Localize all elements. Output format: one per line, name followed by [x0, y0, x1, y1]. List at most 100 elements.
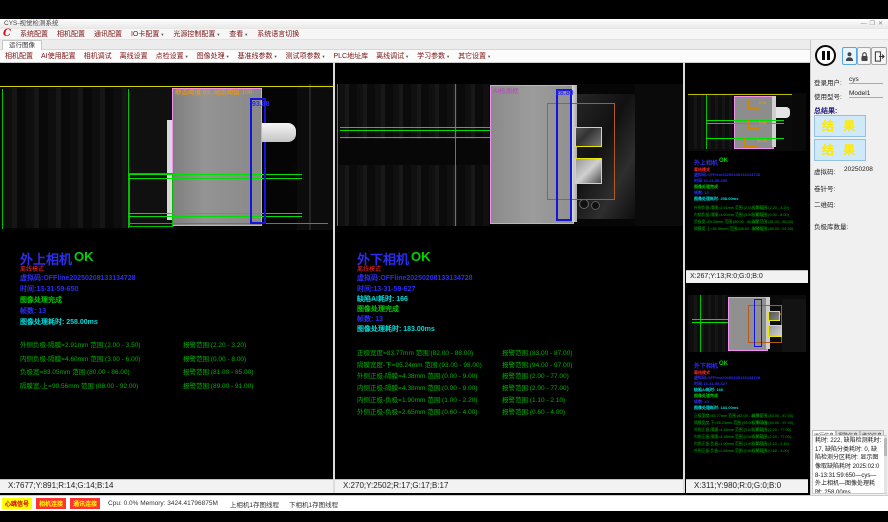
alarm-range: 报警范围:(0.60 - 4.00) [502, 406, 565, 416]
camera-connect-badge: 相机连接 [36, 498, 66, 509]
green-guide-vline [2, 89, 3, 229]
dark-right [635, 84, 683, 226]
tool-image-process[interactable]: 图像处理▼ [197, 51, 230, 61]
green-measure-line [128, 216, 302, 217]
exit-button[interactable] [871, 47, 887, 65]
tool-ai-config[interactable]: AI使用配置 [41, 51, 76, 61]
alarm-range: 报警范围:(81.00 - 85.00) [752, 220, 793, 225]
tool-camera-debug[interactable]: 相机调试 [84, 51, 112, 61]
result-ok-badge: OK [411, 249, 431, 264]
qr-code-label: 二维码: [814, 199, 835, 209]
lock-button[interactable] [857, 47, 871, 65]
ai-time-line: 缺陷AI耗时: 166 [357, 294, 408, 304]
alarm-range: 报警范围:(2.20 - 3.20) [752, 206, 789, 211]
alarm-range: 报警范围:(94.00 - 97.00) [502, 359, 572, 369]
ai-box-label: AI检测框 [493, 85, 519, 95]
annotation-value: 90.56 [757, 138, 767, 143]
menu-light-config[interactable]: 光源控制配置▼ [173, 29, 220, 39]
frames-line: 帧数: 13 [20, 306, 46, 316]
virtual-code-label: 虚拟码: [814, 166, 835, 176]
pixel-readout-bar: X:311;Y:980;R:0;G:0;B:0 [686, 479, 808, 493]
pause-icon [827, 51, 830, 60]
alarm-range: 报警范围:(0.60 - 4.00) [752, 449, 789, 454]
login-user-value: cys [849, 76, 883, 84]
camera-view-outer-lower[interactable]: AI检测框 28.80 [335, 84, 683, 226]
camera-panel-outer-lower: AI检测框 28.80 外下相机 OK 离线模式 虚拟码:OFFline2025… [335, 63, 683, 493]
green-guide-vline [700, 295, 701, 352]
toolbar: 相机配置 AI使用配置 相机调试 离线设置 点检设置▼ 图像处理▼ 基准线参数▼… [0, 50, 810, 63]
thumb-panel-lower: 1.90 2.65 外下相机 OK 离线模式 虚拟码:OFFline202502… [686, 285, 808, 493]
chevron-down-icon: ▼ [322, 54, 326, 59]
green-measure-line [128, 174, 302, 175]
menu-system-config[interactable]: 系统配置 [20, 29, 48, 39]
measure-row: 外侧正极-隔膜=4.38mm 范围:(0.00 - 9.00) [357, 370, 477, 380]
menu-comm-config[interactable]: 通讯配置 [94, 29, 122, 39]
barcode-line: 虚拟码:OFFline20250208133134728 [20, 273, 136, 283]
run-log-area[interactable]: 耗时: 222, 缺陷检测耗时: 17, 缺陷分类耗时: 0, 缺陷检测分区耗时… [812, 435, 887, 494]
model-label: 使用型号: [814, 91, 842, 101]
camera-panel-outer-upper: 静态阈值:93, 动态阈值:100 93.88 外上相机 OK 离线模式 虚拟码… [0, 63, 333, 493]
annotation-value: 4.60 [759, 120, 767, 125]
result-indicator-2: 结 果 [814, 139, 866, 161]
lock-icon [860, 51, 869, 62]
scrollbar-thumb[interactable] [884, 438, 887, 456]
green-guide-vline [706, 95, 707, 149]
blue-roi-box [556, 89, 572, 221]
alarm-range: 报警范围:(2.00 - 77.00) [502, 370, 569, 380]
maximize-icon[interactable]: ❐ [870, 21, 878, 27]
tool-camera-config[interactable]: 相机配置 [5, 51, 33, 61]
green-guide-vline [337, 84, 338, 226]
machine-texture [690, 95, 734, 149]
tab-strip [0, 40, 888, 50]
log-scrollbar[interactable] [884, 436, 887, 493]
measure-row: 内侧正极-负极=1.90mm 范围:(1.00 - 2.20) [357, 394, 477, 404]
tool-plc-address[interactable]: PLC地址库 [334, 51, 369, 61]
bright-edge [772, 96, 776, 147]
menu-language-switch[interactable]: 系统语言切换 [257, 29, 299, 39]
stock-count-label: 负极库数量: [814, 221, 848, 231]
tool-test-params[interactable]: 测试项参数▼ [286, 51, 326, 61]
upper-camera-thread-text: 上相机1存图线程 [230, 499, 279, 509]
user-login-button[interactable] [842, 47, 857, 65]
menu-view[interactable]: 查看▼ [229, 29, 248, 39]
defect-box [575, 127, 602, 147]
tool-spot-check[interactable]: 点检设置▼ [156, 51, 189, 61]
close-icon[interactable]: ✕ [878, 21, 886, 27]
thumb-view-upper[interactable]: 2.91 4.60 90.56 [688, 93, 806, 151]
measure-row: 外侧负极-隔膜=2.91mm 范围:(2.00 - 3.50) [20, 339, 140, 349]
alarm-range: 报警范围:(2.20 - 3.20) [183, 339, 246, 349]
pixel-readout-bar: X:270;Y:2502;R:17;G:17;B:17 [335, 479, 683, 493]
green-measure-line [128, 213, 302, 214]
green-guide-vline [455, 84, 456, 226]
metal-tab [776, 107, 790, 118]
tool-learn-params[interactable]: 学习参数▼ [417, 51, 450, 61]
pause-button[interactable] [815, 45, 836, 66]
elapsed-line: 图像处理耗时: 183.00ms [694, 405, 738, 411]
tool-baseline-params[interactable]: 基准线参数▼ [238, 51, 278, 61]
time-line: 时间:13-31-59-627 [357, 284, 415, 294]
virtual-code-value: 20250208 [844, 166, 873, 173]
chevron-down-icon: ▼ [487, 54, 491, 59]
menu-io-config[interactable]: IO卡配置▼ [131, 29, 164, 39]
minimize-icon[interactable]: — [861, 21, 870, 27]
blue-value-annotation: 93.88 [252, 101, 270, 108]
chevron-down-icon: ▼ [160, 32, 164, 37]
blue-roi-box [754, 299, 762, 347]
alarm-range: 报警范围:(2.00 - 77.00) [502, 382, 569, 392]
tool-offline-setting[interactable]: 离线设置 [120, 51, 148, 61]
login-user-label: 登录用户: [814, 77, 842, 87]
pixel-readout-bar: X:7677;Y:891;R:14;G:14;B:14 [0, 479, 333, 493]
thumb-view-lower[interactable]: 1.90 2.65 [688, 295, 806, 352]
tool-other-setting[interactable]: 其它设置▼ [458, 51, 491, 61]
alarm-range: 报警范围:(0.00 - 8.00) [183, 353, 246, 363]
camera-view-outer-upper[interactable]: 静态阈值:93, 动态阈值:100 93.88 [0, 84, 333, 230]
yellow-guide-line [0, 86, 333, 87]
threshold-annotation: 静态阈值:93, 动态阈值:100 [175, 86, 252, 96]
menu-camera-config[interactable]: 相机配置 [57, 29, 85, 39]
measure-row: 隔膜宽-上=90.56mm 范围:(88.00 - 92.00) [20, 380, 138, 390]
tool-offline-debug[interactable]: 离线调试▼ [376, 51, 409, 61]
thumb-panel-upper: 2.91 4.60 90.56 外上相机 OK 离线模式 虚拟码:OFFline… [686, 63, 808, 283]
done-line: 图像处理完成 [357, 304, 399, 314]
result-indicator-1: 结 果 [814, 115, 866, 137]
mode-label: 离线模式 [20, 264, 44, 273]
